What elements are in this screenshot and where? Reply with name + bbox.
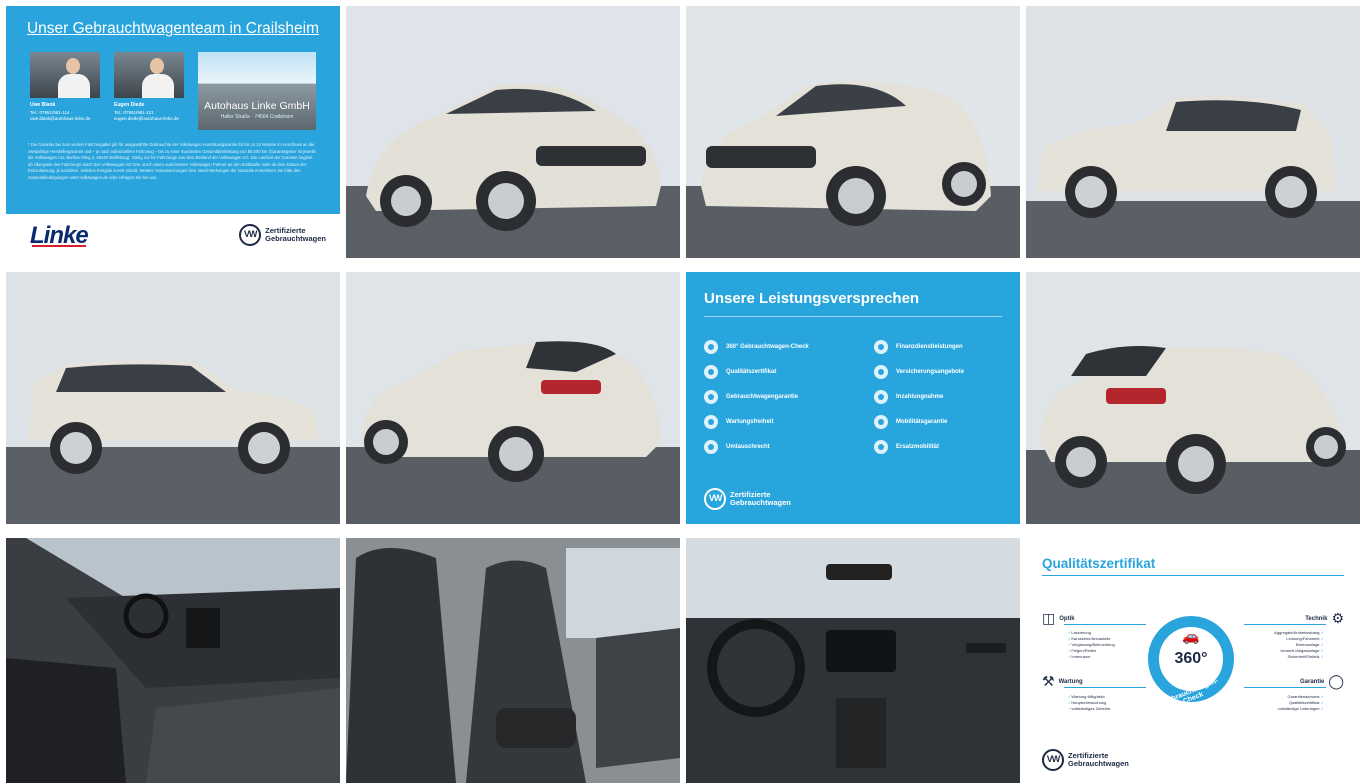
wartung-section: ⚒ Wartung bbox=[1042, 673, 1146, 690]
wrench-icon bbox=[704, 415, 718, 429]
tradein-icon bbox=[874, 390, 888, 404]
mobility-icon bbox=[874, 415, 888, 429]
vw-logo-icon bbox=[704, 488, 726, 510]
wrench-icon: ⚒ bbox=[1042, 673, 1055, 689]
promise-item-replacement: Ersatzmobilität bbox=[874, 440, 939, 454]
photo-interior-seats[interactable] bbox=[346, 538, 680, 783]
badge-line-2: Gebrauchtwagen bbox=[1068, 759, 1129, 768]
certified-badge: ZertifizierteGebrauchtwagen bbox=[1042, 749, 1129, 771]
vw-logo-icon bbox=[239, 224, 262, 246]
technik-items: Aggregate/Antriebsstrang Lenkung/Fahrwer… bbox=[1238, 630, 1324, 660]
promise-item-check: 360° Gebrauchtwagen-Check bbox=[704, 340, 809, 354]
quality-certificate-tile[interactable]: Qualitätszertifikat 🚗 360° Gebrauchtwage… bbox=[1026, 538, 1360, 783]
person-1-contact: Tel.: 07951/981-114 · uwe.blank@autohaus… bbox=[30, 110, 91, 121]
optik-items: Lackierung Karosserie/Anbauteile Verglas… bbox=[1068, 630, 1115, 660]
team-heading: Unser Gebrauchtwagenteam in Crailsheim bbox=[26, 20, 320, 37]
person-photo-1 bbox=[30, 52, 100, 98]
technik-section: Technik ⚙ bbox=[1244, 610, 1344, 627]
photo-front-right[interactable] bbox=[686, 6, 1020, 258]
dealer-info-tile[interactable]: Unser Gebrauchtwagenteam in Crailsheim U… bbox=[6, 6, 340, 258]
linke-logo: Linke bbox=[30, 222, 89, 249]
photo-rear-right[interactable] bbox=[1026, 272, 1360, 524]
promise-item-tradein: Inzahlungnahme bbox=[874, 390, 943, 404]
photo-front-left[interactable] bbox=[346, 6, 680, 258]
shield-icon: ◯ bbox=[1328, 673, 1344, 689]
check-icon bbox=[704, 340, 718, 354]
person-2-name: Eugen Diede bbox=[114, 102, 145, 108]
technik-label: Technik bbox=[1305, 616, 1328, 623]
promise-item-warranty: Gebrauchtwagengarantie bbox=[704, 390, 798, 404]
exchange-icon bbox=[704, 440, 718, 454]
engine-icon: ⚙ bbox=[1331, 610, 1344, 626]
person-2-card: Eugen Diede Tel.: 07951/981-121 · eugen.… bbox=[114, 102, 190, 122]
promise-item-maintenance: Wartungsfreiheit bbox=[704, 415, 773, 429]
photo-side-right[interactable] bbox=[6, 272, 340, 524]
badge-line-2: Gebrauchtwagen bbox=[730, 498, 791, 507]
replacement-car-icon bbox=[874, 440, 888, 454]
promise-item-mobility: Mobilitätsgarantie bbox=[874, 415, 947, 429]
garantie-items: Garantienachweis Qualitätszertifikat vol… bbox=[1238, 694, 1324, 712]
car-icon: 🚗 bbox=[1182, 628, 1200, 644]
person-1-name: Uwe Blank bbox=[30, 102, 56, 108]
wartung-items: Wartung fällig/aktiv Hauptuntersuchung v… bbox=[1068, 694, 1111, 712]
optik-section: ◫ Optik bbox=[1042, 610, 1146, 627]
photo-side-left[interactable] bbox=[1026, 6, 1360, 258]
garantie-section: Garantie ◯ bbox=[1244, 673, 1344, 690]
finance-icon bbox=[874, 340, 888, 354]
certificate-icon bbox=[704, 365, 718, 379]
promises-divider bbox=[704, 316, 1002, 317]
photo-interior-cockpit[interactable] bbox=[686, 538, 1020, 783]
dealership-name: Autohaus Linke GmbH bbox=[204, 100, 310, 112]
certified-badge: ZertifizierteGebrauchtwagen bbox=[239, 224, 326, 246]
promise-item-finance: Finanzdienstleistungen bbox=[874, 340, 963, 354]
promises-title: Unsere Leistungsversprechen bbox=[704, 290, 920, 307]
certified-badge: ZertifizierteGebrauchtwagen bbox=[704, 488, 791, 510]
photo-interior-dashboard[interactable] bbox=[6, 538, 340, 783]
garantie-label: Garantie bbox=[1299, 679, 1325, 686]
dealership-photo: Autohaus Linke GmbH Haller Straße · 7456… bbox=[198, 52, 316, 130]
person-1-card: Uwe Blank Tel.: 07951/981-114 · uwe.blan… bbox=[30, 102, 106, 122]
car-front-icon: ◫ bbox=[1042, 610, 1056, 626]
vw-logo-icon bbox=[1042, 749, 1064, 771]
image-gallery: Unser Gebrauchtwagenteam in Crailsheim U… bbox=[0, 0, 1367, 783]
check-360-value: 360° bbox=[1174, 650, 1208, 667]
person-2-contact: Tel.: 07951/981-121 · eugen.diede@autoha… bbox=[114, 110, 179, 121]
wartung-label: Wartung bbox=[1058, 679, 1083, 686]
photo-rear-left[interactable] bbox=[346, 272, 680, 524]
optik-label: Optik bbox=[1059, 616, 1075, 623]
badge-line-2: Gebrauchtwagen bbox=[265, 234, 326, 243]
promise-item-certificate: Qualitätszertifikat bbox=[704, 365, 776, 379]
person-photo-2 bbox=[114, 52, 184, 98]
info-footer: Linke ZertifizierteGebrauchtwagen bbox=[6, 214, 340, 258]
certificate-divider bbox=[1042, 575, 1344, 576]
insurance-icon bbox=[874, 365, 888, 379]
certificate-title: Qualitätszertifikat bbox=[1042, 556, 1156, 571]
dealership-address: Haller Straße · 74564 Crailsheim bbox=[220, 114, 294, 120]
promise-item-insurance: Versicherungsangebote bbox=[874, 365, 964, 379]
warranty-fine-print: * Die Garantie bei zum vierten Fahrzeuga… bbox=[28, 142, 316, 180]
shield-icon bbox=[704, 390, 718, 404]
promise-item-exchange: Umtauschrecht bbox=[704, 440, 770, 454]
service-promises-tile[interactable]: Unsere Leistungsversprechen 360° Gebrauc… bbox=[686, 272, 1020, 524]
